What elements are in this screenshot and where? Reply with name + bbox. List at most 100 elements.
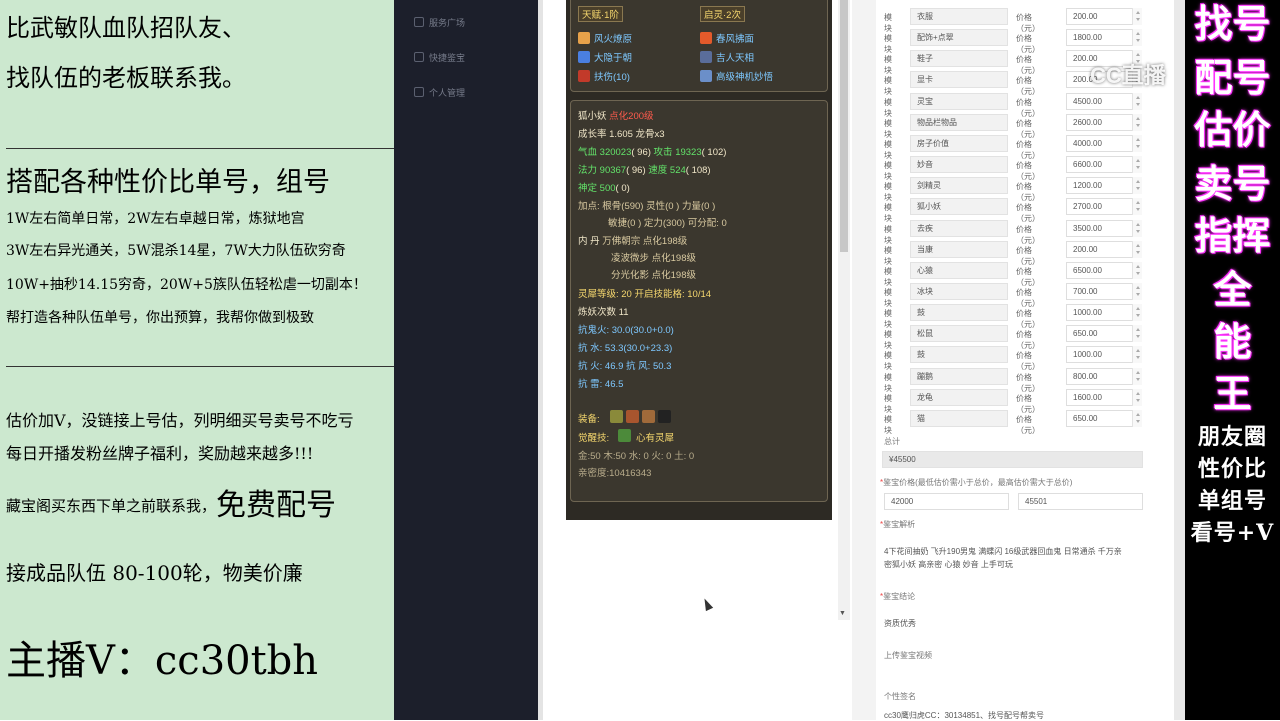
stepper-icon[interactable] — [1132, 283, 1142, 300]
price-input[interactable]: 1200.00 — [1066, 177, 1142, 194]
price-input[interactable]: 700.00 — [1066, 283, 1142, 300]
intimacy: 亲密度:10416343 — [578, 468, 652, 479]
module-name-field: 剑精灵 — [910, 177, 1008, 194]
stepper-icon[interactable] — [1132, 410, 1142, 427]
module-label: 模块 — [884, 267, 892, 287]
module-label: 模块 — [884, 330, 892, 350]
price-input[interactable]: 200.00 — [1066, 241, 1142, 258]
analysis-text[interactable]: 密狐小妖 高亲密 心猿 妙音 上手可玩 — [884, 559, 1013, 570]
equipment-icon[interactable] — [642, 410, 655, 423]
price-input[interactable]: 2600.00 — [1066, 114, 1142, 131]
neidan-item: 凌波微步 点化198级 — [611, 253, 696, 264]
module-name-field: 猫 — [910, 410, 1008, 427]
hp-add: ( 96) — [631, 147, 651, 158]
scroll-down-icon[interactable]: ▼ — [839, 610, 846, 617]
module-label: 模块 — [884, 394, 892, 414]
min-price-input[interactable]: 42000 — [884, 493, 1009, 510]
price-input[interactable]: 6600.00 — [1066, 156, 1142, 173]
stepper-icon[interactable] — [1132, 29, 1142, 46]
module-label: 模块 — [884, 373, 892, 393]
stepper-icon[interactable] — [1132, 177, 1142, 194]
stepper-icon[interactable] — [1132, 198, 1142, 215]
module-label: 模块 — [884, 182, 892, 202]
price-input[interactable]: 1600.00 — [1066, 389, 1142, 406]
skill-name: 高级神机妙悟 — [716, 72, 774, 83]
mp-value: 90367 — [599, 165, 627, 176]
qiling-tag: 启灵·2次 — [700, 6, 745, 22]
equipment-icon[interactable] — [610, 410, 623, 423]
upload-video-label[interactable]: 上传鉴宝视频 — [884, 650, 932, 661]
scrollbar-thumb[interactable] — [840, 0, 848, 252]
nav-item-label: 个人管理 — [429, 88, 466, 98]
price-input[interactable]: 1000.00 — [1066, 346, 1142, 363]
promo-small-text: 看号+V — [1190, 520, 1275, 546]
skill-icon — [578, 51, 590, 63]
nav-item-label: 快捷鉴宝 — [429, 53, 466, 63]
pet-detail-panel: 天赋·1阶 启灵·2次 风火燎原 春风拂面 大隐于朝 吉人天相 扶伤(10) 高… — [566, 0, 832, 520]
nav-item-quick-appraise[interactable]: 快捷鉴宝 — [414, 51, 465, 64]
stepper-icon[interactable] — [1132, 325, 1142, 342]
conclusion-text[interactable]: 资质优秀 — [884, 618, 916, 629]
module-label: 模块 — [884, 119, 892, 139]
stepper-icon[interactable] — [1132, 114, 1142, 131]
max-price-input[interactable]: 45501 — [1018, 493, 1143, 510]
price-input[interactable]: 650.00 — [1066, 325, 1142, 342]
price-input[interactable]: 4500.00 — [1066, 93, 1142, 110]
conclusion-label-text: 鉴宝结论 — [883, 592, 916, 601]
module-name-field: 鞋子 — [910, 50, 1008, 67]
signature-text: cc30鹰归虎CC：30134851、找号配号帮卖号 — [884, 711, 1045, 720]
shen-label: 神定 — [578, 183, 598, 194]
module-label: 模块 — [884, 34, 892, 54]
module-name-field: 蹦鹅 — [910, 368, 1008, 385]
price-input[interactable]: 4000.00 — [1066, 135, 1142, 152]
nav-item-service[interactable]: 服务广场 — [414, 16, 465, 29]
pet-name-line: 狐小妖 点化200级 — [578, 108, 654, 122]
user-icon — [414, 87, 424, 97]
nav-item-personal[interactable]: 个人管理 — [414, 86, 465, 99]
equip-label: 装备: — [578, 414, 600, 425]
spd-add: ( 108) — [685, 165, 711, 176]
spd-label: 速度 — [648, 165, 668, 176]
watermark: CC直播 — [1090, 63, 1166, 88]
module-label: 模块 — [884, 309, 892, 329]
price-input[interactable]: 1800.00 — [1066, 29, 1142, 46]
price-label: 价格（元） — [1016, 140, 1040, 160]
stepper-icon[interactable] — [1132, 135, 1142, 152]
stepper-icon[interactable] — [1132, 389, 1142, 406]
promo-vertical-text: 全 — [1213, 267, 1252, 312]
module-name-field: 鼓 — [910, 304, 1008, 321]
promo-vertical-text: 能 — [1213, 319, 1252, 364]
analysis-label-text: 鉴宝解析 — [883, 520, 916, 529]
stepper-icon[interactable] — [1132, 368, 1142, 385]
equipment-icon[interactable] — [658, 410, 671, 423]
price-input[interactable]: 800.00 — [1066, 368, 1142, 385]
stepper-icon[interactable] — [1132, 156, 1142, 173]
analysis-text[interactable]: 4下花间抽奶 飞升190男鬼 满蝶闪 16级武器回血鬼 日常通杀 千万亲 — [884, 546, 1122, 557]
promo-vertical-text: 卖号 — [1194, 161, 1271, 206]
neidan-item: 万佛朝宗 点化198级 — [602, 236, 688, 247]
stepper-icon[interactable] — [1132, 8, 1142, 25]
stepper-icon[interactable] — [1132, 304, 1142, 321]
price-input[interactable]: 650.00 — [1066, 410, 1142, 427]
divider — [6, 148, 394, 149]
price-input[interactable]: 1000.00 — [1066, 304, 1142, 321]
equipment-icon[interactable] — [626, 410, 639, 423]
module-name-field: 妙音 — [910, 156, 1008, 173]
atk-value: 19323 — [675, 147, 702, 158]
skill-icon — [578, 32, 590, 44]
divider — [6, 366, 394, 367]
stepper-icon[interactable] — [1132, 220, 1142, 237]
points-line: 敏捷(0 ) 定力(300) 可分配: 0 — [608, 218, 727, 229]
stepper-icon[interactable] — [1132, 241, 1142, 258]
analysis-label: *鉴宝解析 — [880, 519, 915, 530]
price-input[interactable]: 200.00 — [1066, 8, 1142, 25]
price-input[interactable]: 2700.00 — [1066, 198, 1142, 215]
total-label: 总计 — [884, 437, 900, 446]
shen-value: 500 — [599, 183, 616, 194]
module-name-field: 显卡 — [910, 71, 1008, 88]
stepper-icon[interactable] — [1132, 346, 1142, 363]
stepper-icon[interactable] — [1132, 262, 1142, 279]
stepper-icon[interactable] — [1132, 93, 1142, 110]
price-input[interactable]: 3500.00 — [1066, 220, 1142, 237]
price-input[interactable]: 6500.00 — [1066, 262, 1142, 279]
